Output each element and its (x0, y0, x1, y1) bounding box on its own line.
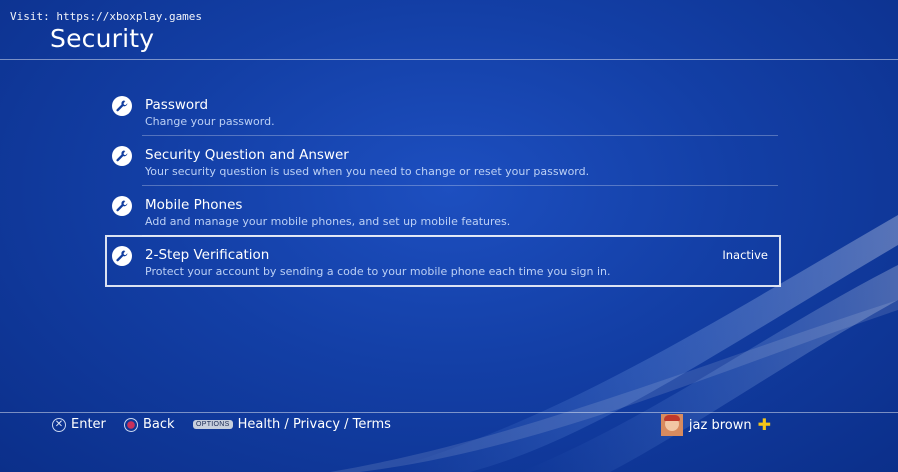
footer-divider (0, 412, 898, 413)
menu-item-description: Add and manage your mobile phones, and s… (145, 215, 511, 228)
menu-item-title: 2-Step Verification (145, 247, 270, 263)
menu-item-description: Your security question is used when you … (145, 165, 590, 178)
watermark: Visit: https://xboxplay.games (10, 10, 203, 23)
options-button-icon: OPTIONS (193, 420, 233, 429)
menu-item-title: Password (145, 97, 209, 113)
playstation-plus-icon: ✚ (757, 415, 771, 434)
circle-button-icon (124, 417, 138, 432)
wrench-icon (112, 146, 132, 166)
avatar (660, 414, 683, 436)
options-label: Health / Privacy / Terms (237, 417, 391, 432)
menu-item-security-question[interactable]: Security Question and Answer Your securi… (106, 136, 780, 186)
page-title: Security (50, 24, 155, 53)
footer-bar: ✕ Enter Back OPTIONS Health / Privacy / … (0, 414, 898, 440)
menu-item-title: Mobile Phones (145, 197, 243, 213)
options-hint[interactable]: OPTIONS Health / Privacy / Terms (193, 417, 391, 432)
wrench-icon (112, 196, 132, 216)
user-name: jaz brown (688, 417, 752, 433)
user-profile[interactable]: jaz brown ✚ (660, 414, 771, 436)
menu-item-title: Security Question and Answer (145, 147, 349, 163)
menu-item-description: Change your password. (145, 115, 275, 128)
wrench-icon (112, 96, 132, 116)
back-hint[interactable]: Back (124, 417, 175, 432)
menu-item-mobile-phones[interactable]: Mobile Phones Add and manage your mobile… (106, 186, 780, 236)
header-divider (0, 59, 898, 60)
status-badge: Inactive (722, 248, 768, 262)
enter-label: Enter (71, 417, 106, 432)
menu-item-password[interactable]: Password Change your password. (106, 86, 780, 136)
enter-hint[interactable]: ✕ Enter (52, 417, 106, 432)
back-label: Back (143, 417, 175, 432)
wrench-icon (112, 246, 132, 266)
menu-item-2-step-verification[interactable]: 2-Step Verification Protect your account… (105, 235, 781, 287)
cross-button-icon: ✕ (52, 417, 66, 432)
security-menu: Password Change your password. Security … (105, 86, 781, 287)
menu-item-description: Protect your account by sending a code t… (145, 265, 611, 278)
